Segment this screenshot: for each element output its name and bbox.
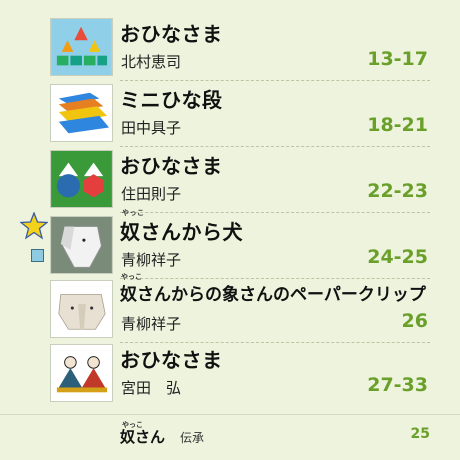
footer-title: やっこ 奴さん — [120, 421, 166, 447]
footer-subtitle: 伝承 — [180, 431, 205, 445]
thumbnail-mini-hina-steps — [50, 84, 113, 142]
entry-author: 青柳祥子 — [121, 315, 182, 333]
footer-title-text: 奴さん — [120, 428, 166, 446]
entry-title: ミニひな段 — [120, 88, 223, 112]
entry-author: 青柳祥子 — [121, 251, 182, 269]
divider — [120, 146, 430, 147]
thumbnail-hina-dolls-3 — [50, 344, 113, 402]
toc-entry-6[interactable]: おひなさま 宮田 弘 27-33 — [0, 344, 460, 406]
entry-title: やっこ 奴さんからの象さんのペーパークリップ — [120, 273, 426, 305]
divider — [120, 342, 430, 343]
entry-pages: 18-21 — [367, 114, 428, 136]
entry-title: やっこ 奴さんから犬 — [120, 209, 243, 245]
divider — [120, 212, 430, 213]
toc-entry-4[interactable]: やっこ 奴さんから犬 青柳祥子 24-25 — [0, 209, 460, 279]
entry-pages: 24-25 — [367, 246, 428, 268]
entry-title-text: 奴さんからの象さんのペーパークリップ — [120, 285, 426, 305]
ruby-reading: やっこ — [122, 209, 145, 217]
page-number: 25 — [410, 426, 430, 442]
thumbnail-elephant-paperclip — [50, 280, 113, 338]
entry-title: おひなさま — [120, 348, 223, 372]
entry-pages: 13-17 — [367, 48, 428, 70]
toc-entry-1[interactable]: おひなさま 北村恵司 13-17 — [0, 18, 460, 81]
thumbnail-hina-dolls-2 — [50, 150, 113, 208]
entry-pages: 22-23 — [367, 180, 428, 202]
entry-author: 北村恵司 — [121, 53, 182, 71]
ruby-reading: やっこ — [121, 273, 142, 281]
entry-pages: 27-33 — [367, 374, 428, 396]
thumbnail-dog-from-yakko — [50, 216, 113, 274]
ruby-reading: やっこ — [122, 421, 143, 429]
toc-entry-5[interactable]: やっこ 奴さんからの象さんのペーパークリップ 青柳祥子 26 — [0, 273, 460, 343]
thumbnail-hina-dolls-1 — [50, 18, 113, 76]
toc-entry-2[interactable]: ミニひな段 田中具子 18-21 — [0, 84, 460, 147]
entry-title-text: 奴さんから犬 — [120, 220, 243, 244]
divider — [120, 80, 430, 81]
toc-footer[interactable]: やっこ 奴さん 伝承 25 — [0, 418, 460, 448]
entry-title: おひなさま — [120, 154, 223, 178]
entry-author: 住田則子 — [121, 185, 182, 203]
table-of-contents: おひなさま 北村恵司 13-17 ミニひな段 田中具子 18-21 おひなさま … — [0, 0, 460, 460]
entry-author: 田中具子 — [121, 119, 182, 137]
footer-divider — [0, 414, 460, 415]
toc-entry-3[interactable]: おひなさま 住田則子 22-23 — [0, 150, 460, 213]
entry-title: おひなさま — [120, 22, 223, 46]
entry-author: 宮田 弘 — [121, 379, 182, 397]
entry-pages: 26 — [401, 310, 428, 332]
divider — [120, 278, 430, 279]
